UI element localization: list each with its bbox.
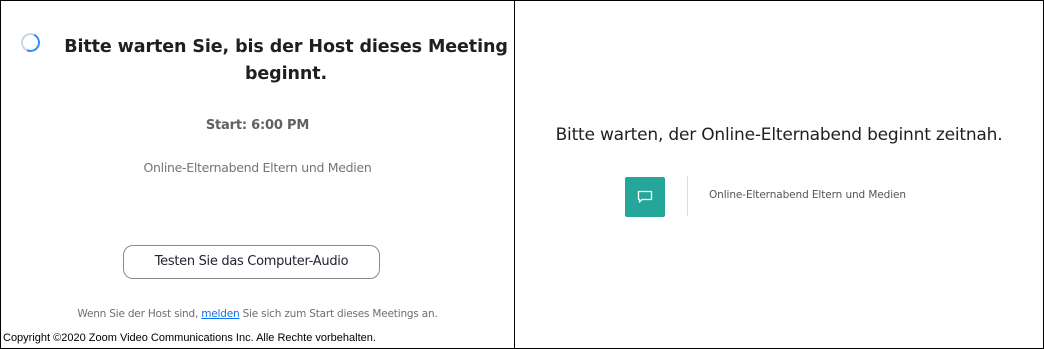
chat-bubble-glyph — [637, 190, 653, 203]
copyright-notice: Copyright ©2020 Zoom Video Communication… — [3, 332, 376, 344]
loading-spinner-icon — [18, 30, 43, 55]
host-hint-prefix: Wenn Sie der Host sind, — [77, 308, 199, 320]
zoom-waiting-panel: Bitte warten Sie, bis der Host dieses Me… — [1, 1, 514, 348]
webinar-waiting-title: Bitte warten, der Online-Elternabend beg… — [555, 125, 1003, 145]
signin-link[interactable]: melden — [201, 308, 239, 320]
webinar-topic: Online-Elternabend Eltern und Medien — [709, 189, 906, 201]
vertical-separator — [687, 176, 688, 216]
chat-bubble-icon — [625, 177, 665, 217]
host-hint-suffix: Sie sich zum Start dieses Meetings an. — [242, 308, 438, 320]
webinar-waiting-panel: Bitte warten, der Online-Elternabend beg… — [515, 1, 1043, 348]
start-time: Start: 6:00 PM — [205, 118, 310, 133]
host-signin-hint: Wenn Sie der Host sind, melden Sie sich … — [1, 308, 514, 320]
test-computer-audio-button[interactable]: Testen Sie das Computer-Audio — [123, 245, 380, 279]
waiting-title: Bitte warten Sie, bis der Host dieses Me… — [64, 37, 508, 84]
meeting-topic: Online-Elternabend Eltern und Medien — [143, 160, 372, 175]
